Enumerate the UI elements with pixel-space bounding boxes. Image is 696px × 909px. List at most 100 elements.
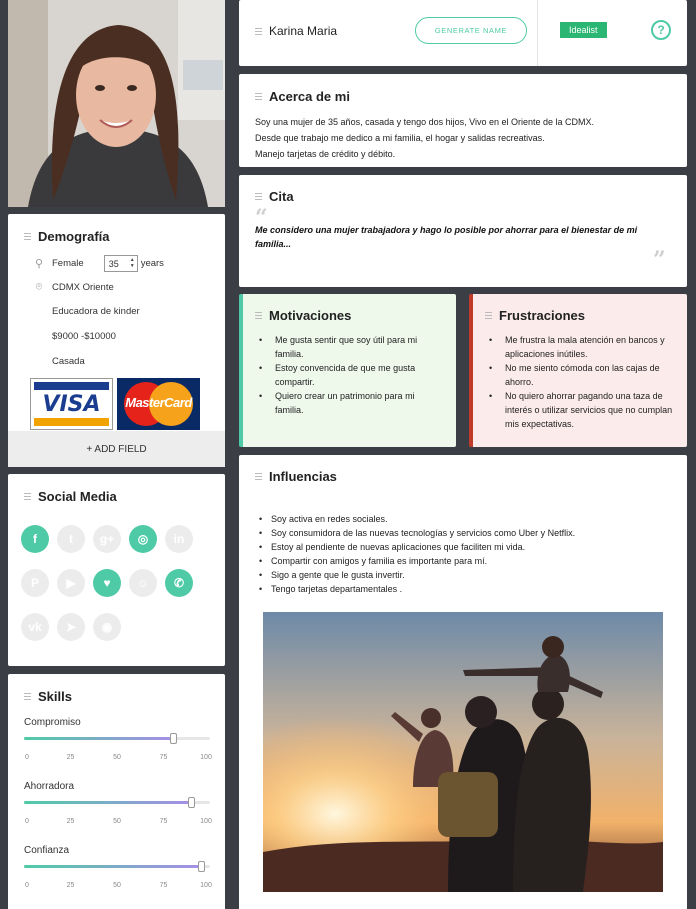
influences-title: Influencias bbox=[255, 469, 337, 484]
list-item: Quiero crear un patrimonio para mi famil… bbox=[259, 389, 439, 417]
slider-handle[interactable] bbox=[188, 797, 196, 808]
list-item: Tengo tarjetas departamentales . bbox=[259, 582, 575, 596]
skill-slider: Compromiso 0 25 50 75 100 bbox=[24, 717, 212, 761]
drag-handle-icon[interactable] bbox=[485, 312, 492, 319]
influences-list[interactable]: Soy activa en redes sociales. Soy consum… bbox=[259, 512, 575, 596]
tick-label: 0 bbox=[25, 882, 29, 889]
demographics-title: Demografía bbox=[24, 229, 110, 244]
drag-handle-icon[interactable] bbox=[255, 193, 262, 200]
skill-label: Confianza bbox=[24, 845, 70, 856]
mastercard-logo: MasterCard bbox=[117, 378, 200, 430]
tick-label: 100 bbox=[200, 882, 212, 889]
location-row: ⌾ CDMX Oriente bbox=[32, 280, 114, 294]
frustrations-title: Frustraciones bbox=[485, 308, 585, 323]
gender-value[interactable]: Female bbox=[52, 258, 84, 269]
motivations-card: Motivaciones Me gusta sentir que soy úti… bbox=[239, 294, 456, 447]
motivations-list[interactable]: Me gusta sentir que soy útil para mi fam… bbox=[259, 333, 439, 417]
about-title: Acerca de mi bbox=[255, 89, 350, 104]
quote-title: Cita bbox=[255, 189, 294, 204]
slider-track[interactable] bbox=[24, 733, 210, 744]
tick-label: 75 bbox=[159, 882, 168, 889]
drag-handle-icon[interactable] bbox=[255, 93, 262, 100]
income-value[interactable]: $9000 -$10000 bbox=[52, 331, 116, 342]
add-field-button[interactable]: + ADD FIELD bbox=[8, 431, 225, 467]
linkedin-icon[interactable]: in bbox=[165, 525, 193, 553]
persona-header: Karina Maria GENERATE NAME Idealist ? bbox=[239, 0, 687, 66]
skill-slider: Ahorradora 0 25 50 75 100 bbox=[24, 781, 212, 825]
social-media-title: Social Media bbox=[24, 489, 117, 504]
slider-track[interactable] bbox=[24, 861, 210, 872]
persona-name-input[interactable]: Karina Maria bbox=[269, 24, 337, 38]
whatsapp-icon[interactable]: ✆ bbox=[165, 569, 193, 597]
payment-cards: VISA MasterCard bbox=[30, 378, 200, 430]
age-input[interactable]: 35 ▲ ▼ bbox=[103, 255, 138, 272]
divider bbox=[537, 0, 538, 66]
slider-track[interactable] bbox=[24, 797, 210, 808]
reddit-icon[interactable]: ◉ bbox=[93, 613, 121, 641]
persona-name: Karina Maria bbox=[255, 24, 337, 38]
foursquare-icon[interactable]: ♥ bbox=[93, 569, 121, 597]
demographics-card: Demografía ⚲ Female 35 ▲ ▼ years ⌾ CDMX Or… bbox=[8, 214, 225, 467]
drag-handle-icon[interactable] bbox=[24, 693, 31, 700]
tick-label: 75 bbox=[159, 754, 168, 761]
social-icons-grid: f t g+ ◎ in P ▶ ♥ ☺ ✆ vk ➤ ◉ bbox=[21, 525, 193, 641]
skill-slider: Confianza 0 25 50 75 100 bbox=[24, 845, 212, 889]
slider-fill bbox=[24, 801, 192, 804]
influences-photo[interactable] bbox=[263, 612, 663, 892]
slider-fill bbox=[24, 865, 201, 868]
age-unit: years bbox=[140, 258, 164, 269]
twitter-icon[interactable]: t bbox=[57, 525, 85, 553]
about-card: Acerca de mi Soy una mujer de 35 años, c… bbox=[239, 74, 687, 167]
pinterest-icon[interactable]: P bbox=[21, 569, 49, 597]
list-item: Estoy convencida de que me gusta compart… bbox=[259, 361, 439, 389]
vk-icon[interactable]: vk bbox=[21, 613, 49, 641]
telegram-icon[interactable]: ➤ bbox=[57, 613, 85, 641]
frustrations-card: Frustraciones Me frustra la mala atenció… bbox=[469, 294, 687, 447]
drag-handle-icon[interactable] bbox=[24, 493, 31, 500]
skill-label: Compromiso bbox=[24, 717, 81, 728]
list-item: Me gusta sentir que soy útil para mi fam… bbox=[259, 333, 439, 361]
slider-handle[interactable] bbox=[169, 733, 177, 744]
drag-handle-icon[interactable] bbox=[255, 473, 262, 480]
snapchat-icon[interactable]: ☺ bbox=[129, 569, 157, 597]
list-item: Estoy al pendiente de nuevas aplicacione… bbox=[259, 540, 575, 554]
tick-label: 75 bbox=[159, 818, 168, 825]
drag-handle-icon[interactable] bbox=[255, 27, 262, 35]
frustrations-list[interactable]: Me frustra la mala atención en bancos y … bbox=[489, 333, 674, 431]
facebook-icon[interactable]: f bbox=[21, 525, 49, 553]
list-item: No quiero ahorrar pagando una taza de in… bbox=[489, 389, 674, 431]
influences-card: Influencias Soy activa en redes sociales… bbox=[239, 455, 687, 909]
list-item: Me frustra la mala atención en bancos y … bbox=[489, 333, 674, 361]
age-spinner-icon[interactable]: ▲ ▼ bbox=[130, 257, 135, 269]
drag-handle-icon[interactable] bbox=[24, 233, 31, 240]
personality-badge[interactable]: Idealist bbox=[560, 22, 607, 38]
tick-label: 25 bbox=[66, 882, 75, 889]
google-plus-icon[interactable]: g+ bbox=[93, 525, 121, 553]
youtube-icon[interactable]: ▶ bbox=[57, 569, 85, 597]
tick-label: 0 bbox=[25, 754, 29, 761]
skills-title: Skills bbox=[24, 689, 72, 704]
list-item: Soy consumidora de las nuevas tecnología… bbox=[259, 526, 575, 540]
list-item: No me siento cómoda con las cajas de aho… bbox=[489, 361, 674, 389]
list-item: Compartir con amigos y familia es import… bbox=[259, 554, 575, 568]
generate-name-button[interactable]: GENERATE NAME bbox=[415, 17, 527, 44]
tick-label: 100 bbox=[200, 754, 212, 761]
drag-handle-icon[interactable] bbox=[255, 312, 262, 319]
help-icon[interactable]: ? bbox=[651, 20, 671, 40]
tick-label: 25 bbox=[66, 818, 75, 825]
persona-photo[interactable] bbox=[8, 0, 225, 207]
visa-logo: VISA bbox=[30, 378, 113, 430]
about-text[interactable]: Soy una mujer de 35 años, casada y tengo… bbox=[255, 114, 594, 162]
marital-status-value[interactable]: Casada bbox=[52, 356, 85, 367]
list-item: Sigo a gente que le gusta invertir. bbox=[259, 568, 575, 582]
slider-handle[interactable] bbox=[197, 861, 205, 872]
close-quote-icon: ” bbox=[653, 247, 666, 273]
gender-row: ⚲ Female 35 ▲ ▼ years bbox=[32, 255, 164, 272]
instagram-icon[interactable]: ◎ bbox=[129, 525, 157, 553]
tick-label: 50 bbox=[113, 882, 121, 889]
quote-text[interactable]: Me considero una mujer trabajadora y hag… bbox=[255, 223, 675, 251]
tick-label: 25 bbox=[66, 754, 75, 761]
occupation-value[interactable]: Educadora de kinder bbox=[52, 306, 140, 317]
location-value[interactable]: CDMX Oriente bbox=[52, 282, 114, 293]
skill-label: Ahorradora bbox=[24, 781, 75, 792]
